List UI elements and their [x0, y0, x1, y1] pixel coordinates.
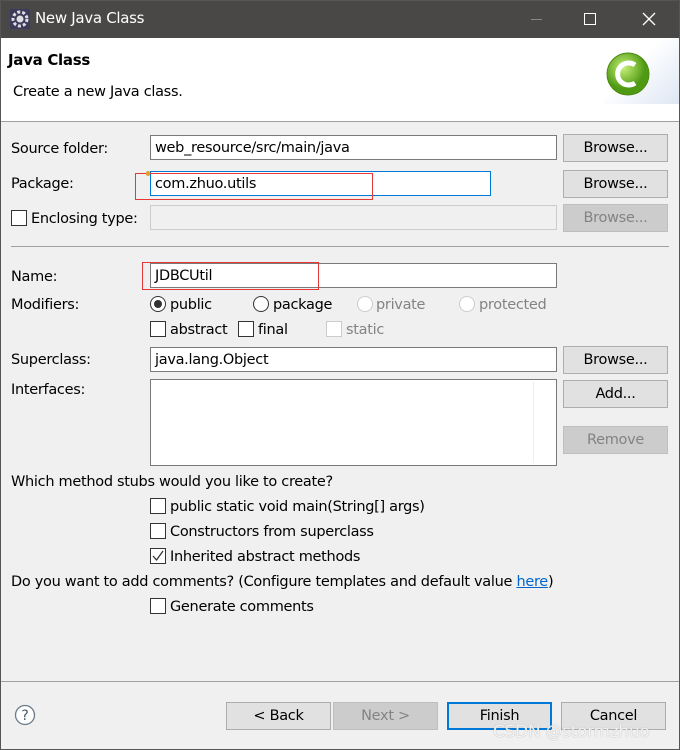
radio-public[interactable] — [150, 296, 166, 312]
interfaces-label: Interfaces: — [11, 382, 86, 398]
package-browse-button[interactable]: Browse... — [563, 170, 668, 198]
inherited-methods-checkbox[interactable] — [150, 548, 166, 564]
abstract-checkbox[interactable] — [150, 321, 166, 337]
divider — [11, 246, 669, 247]
radio-protected-label: protected — [479, 297, 547, 313]
page-subtitle: Create a new Java class. — [13, 84, 183, 100]
enclosing-type-input[interactable] — [150, 205, 557, 230]
stubs-question: Which method stubs would you like to cre… — [11, 474, 333, 490]
radio-public-label: public — [170, 297, 212, 313]
footer-divider — [0, 681, 680, 682]
package-label: Package: — [11, 176, 74, 192]
radio-private[interactable] — [357, 296, 373, 312]
add-interface-button[interactable]: Add... — [563, 380, 668, 408]
superclass-label: Superclass: — [11, 352, 91, 368]
superclass-browse-button[interactable]: Browse... — [563, 346, 668, 374]
enclosing-type-checkbox[interactable] — [11, 210, 27, 226]
wizard-header: Java Class Create a new Java class. — [0, 38, 680, 122]
radio-private-label: private — [376, 297, 426, 313]
static-label: static — [346, 322, 385, 338]
source-folder-input[interactable]: web_resource/src/main/java — [150, 135, 557, 160]
close-icon[interactable] — [642, 12, 656, 26]
back-button[interactable]: < Back — [226, 702, 331, 730]
minimize-button[interactable] — [531, 19, 542, 20]
final-checkbox[interactable] — [238, 321, 254, 337]
java-class-c-icon — [606, 52, 650, 96]
enclosing-type-label: Enclosing type: — [31, 211, 138, 227]
generate-comments-label: Generate comments — [170, 599, 314, 615]
generate-comments-checkbox[interactable] — [150, 598, 166, 614]
remove-interface-button[interactable]: Remove — [563, 426, 668, 454]
superclass-input[interactable]: java.lang.Object — [150, 347, 557, 372]
source-folder-label: Source folder: — [11, 141, 108, 157]
templates-link[interactable]: here — [516, 574, 548, 590]
interfaces-list[interactable] — [150, 379, 557, 466]
final-label: final — [258, 322, 288, 338]
static-checkbox[interactable] — [326, 321, 342, 337]
content-assist-icon — [146, 171, 150, 176]
watermark: CSDN @stormzhuo — [493, 722, 650, 742]
enclosing-browse-button[interactable]: Browse... — [563, 204, 668, 232]
window-title: New Java Class — [35, 9, 145, 27]
constructors-label: Constructors from superclass — [170, 524, 374, 540]
comments-question: Do you want to add comments? (Configure … — [11, 574, 554, 590]
help-icon[interactable]: ? — [14, 704, 36, 726]
eclipse-gear-icon — [10, 9, 30, 29]
radio-package-label: package — [273, 297, 333, 313]
main-method-label: public static void main(String[] args) — [170, 499, 425, 515]
checkmark-icon — [152, 550, 164, 562]
next-button[interactable]: Next > — [333, 702, 438, 730]
title-bar: New Java Class — [0, 0, 680, 38]
inherited-methods-label: Inherited abstract methods — [170, 549, 361, 565]
abstract-label: abstract — [170, 322, 228, 338]
highlight-box — [135, 173, 373, 200]
radio-protected[interactable] — [459, 296, 475, 312]
main-method-checkbox[interactable] — [150, 498, 166, 514]
radio-package[interactable] — [253, 296, 269, 312]
svg-text:?: ? — [21, 708, 28, 724]
name-label: Name: — [11, 269, 58, 285]
modifiers-label: Modifiers: — [11, 297, 80, 313]
constructors-checkbox[interactable] — [150, 523, 166, 539]
maximize-button[interactable] — [584, 13, 596, 25]
page-title: Java Class — [8, 51, 90, 69]
source-folder-browse-button[interactable]: Browse... — [563, 134, 668, 162]
highlight-box — [142, 262, 319, 290]
